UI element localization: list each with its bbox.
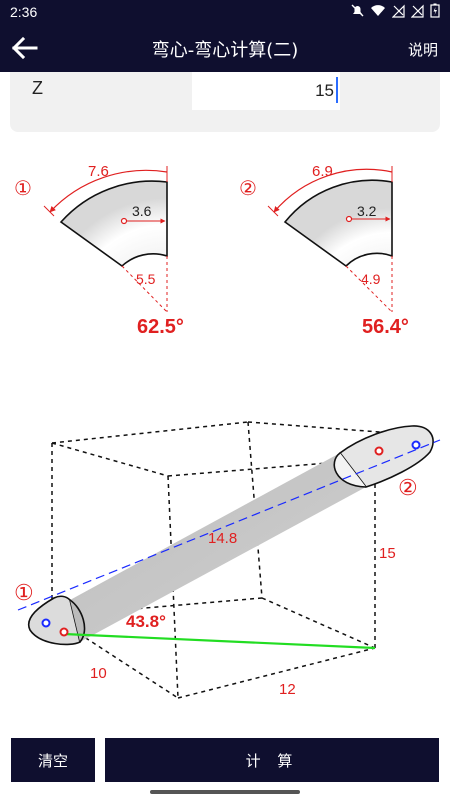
navigation-bar — [0, 784, 450, 800]
bend-1-center-point — [120, 217, 128, 225]
pipe-length: 14.8 — [208, 530, 237, 547]
pipe-3d-figure: ① ② 14.8 43.8° 10 12 15 — [14, 421, 441, 699]
status-bar: 2:36 — [0, 0, 450, 24]
bend-1-marker: ① — [14, 178, 32, 200]
bend-1-sector — [59, 180, 168, 268]
bend-2-marker: ② — [239, 178, 257, 200]
projection-line — [63, 632, 376, 650]
pipe-marker-1: ① — [14, 580, 34, 605]
status-time: 2:36 — [10, 4, 38, 20]
pipe-marker-2: ② — [398, 475, 418, 500]
dimension-x: 10 — [90, 665, 107, 682]
bend-2-center-point — [345, 215, 353, 223]
bend-1-inner: 5.5 — [136, 271, 156, 287]
bend-2-center: 3.2 — [357, 203, 377, 219]
battery-icon — [430, 3, 440, 18]
mute-icon — [351, 4, 364, 17]
pipe-body — [70, 453, 366, 642]
bend-point-1 — [59, 627, 69, 637]
text-caret — [336, 77, 338, 103]
bend-1-center: 3.6 — [132, 203, 152, 219]
bend-2-tick-2 — [267, 205, 279, 217]
wifi-icon — [371, 5, 385, 16]
bend-2-sector — [283, 179, 393, 268]
bend-1-tick-2 — [43, 205, 55, 217]
signal-icon — [392, 4, 405, 18]
home-indicator[interactable] — [150, 790, 300, 794]
bend-1-angle: 62.5° — [137, 316, 184, 338]
end-point-1 — [41, 618, 51, 628]
bend-diagram: ① 7.6 3.6 5.5 62.5° ② 6.9 3.2 4.9 56.4° … — [0, 140, 450, 730]
bend-2-outer: 6.9 — [312, 163, 333, 180]
pipe-angle: 43.8° — [126, 612, 166, 631]
app-bar: 弯心-弯心计算(二) 说明 — [0, 24, 450, 72]
bend-1-figure: ① 7.6 3.6 5.5 62.5° — [14, 163, 184, 338]
signal-icon-2 — [411, 4, 424, 18]
status-icons — [351, 3, 440, 18]
dimension-y: 12 — [279, 681, 296, 698]
page-title: 弯心-弯心计算(二) — [151, 40, 299, 61]
pipe-centerline — [17, 439, 441, 611]
z-input[interactable] — [192, 72, 340, 110]
end-point-2 — [411, 440, 421, 450]
help-button[interactable]: 说明 — [408, 39, 438, 60]
dimension-z: 15 — [379, 545, 396, 562]
bend-diagram-svg: ① 7.6 3.6 5.5 62.5° ② 6.9 3.2 4.9 56.4° … — [14, 163, 441, 699]
bend-point-2 — [374, 446, 384, 456]
bend-2-angle: 56.4° — [362, 316, 409, 338]
bend-1-outer: 7.6 — [88, 163, 109, 180]
z-label: Z — [32, 78, 43, 98]
z-input-card: Z — [10, 72, 440, 132]
bend-2-figure: ② 6.9 3.2 4.9 56.4° — [239, 163, 409, 338]
calculate-button[interactable]: 计 算 — [105, 738, 439, 782]
clear-button[interactable]: 清空 — [11, 738, 95, 782]
